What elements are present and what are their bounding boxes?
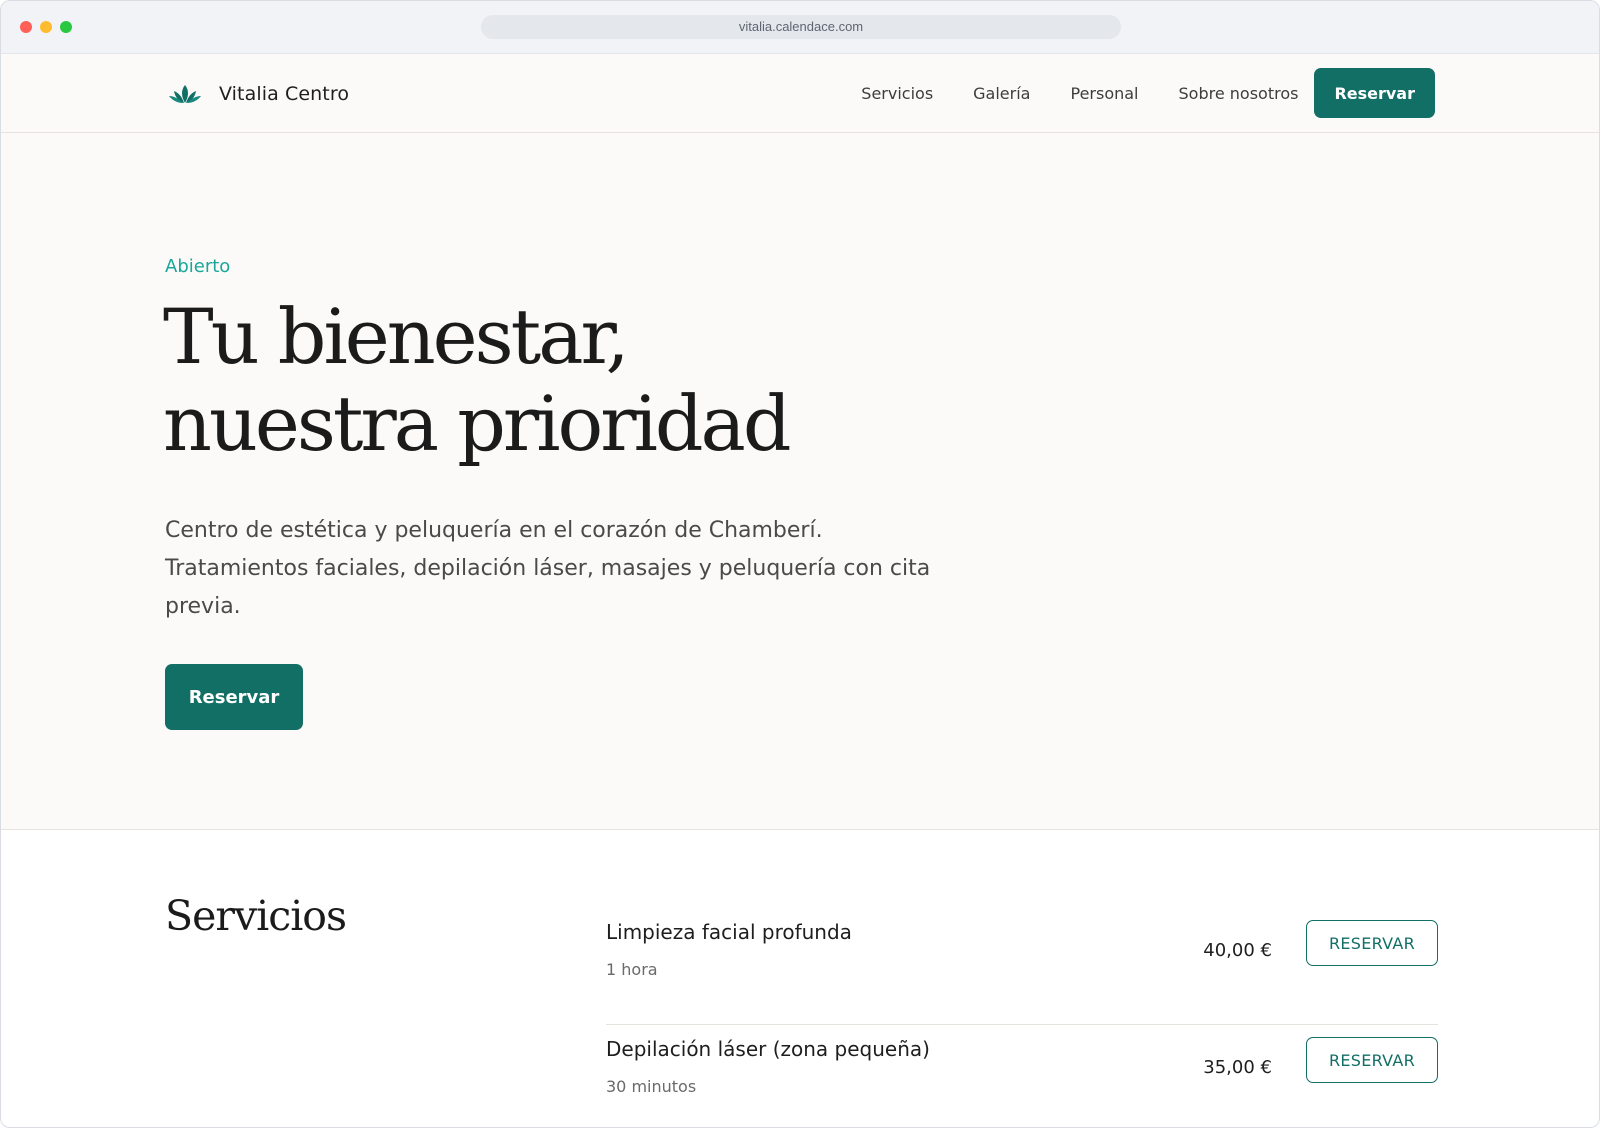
services-title: Servicios xyxy=(165,892,347,940)
service-price: 40,00 € xyxy=(1203,940,1272,961)
nav-item-personal[interactable]: Personal xyxy=(1070,84,1138,103)
service-list: Limpieza facial profunda 1 hora 40,00 € … xyxy=(606,908,1438,1127)
minimize-window-button[interactable] xyxy=(40,21,52,33)
header-reservar-button[interactable]: Reservar xyxy=(1314,68,1435,118)
brand-name: Vitalia Centro xyxy=(219,83,350,105)
hero-reservar-button[interactable]: Reservar xyxy=(165,664,303,730)
service-item: Limpieza facial profunda 1 hora 40,00 € … xyxy=(606,908,1438,1025)
lotus-icon xyxy=(169,85,201,103)
services-section: Servicios Limpieza facial profunda 1 hor… xyxy=(1,830,1599,1127)
service-reservar-button[interactable]: RESERVAR xyxy=(1306,920,1438,966)
hero-title-line-2: nuestra prioridad xyxy=(163,379,792,468)
service-item: Depilación láser (zona pequeña) 30 minut… xyxy=(606,1025,1438,1127)
close-window-button[interactable] xyxy=(20,21,32,33)
browser-chrome: vitalia.calendace.com xyxy=(1,1,1599,54)
service-name: Depilación láser (zona pequeña) xyxy=(606,1037,930,1061)
nav-item-servicios[interactable]: Servicios xyxy=(861,84,933,103)
service-price: 35,00 € xyxy=(1203,1057,1272,1078)
service-duration: 30 minutos xyxy=(606,1077,697,1096)
service-reservar-button[interactable]: RESERVAR xyxy=(1306,1037,1438,1083)
hero-title: Tu bienestar, nuestra prioridad xyxy=(163,292,792,468)
service-name: Limpieza facial profunda xyxy=(606,920,852,944)
hero-title-line-1: Tu bienestar, xyxy=(163,292,630,381)
browser-window: vitalia.calendace.com Vitalia Centro Ser… xyxy=(0,0,1600,1128)
nav-item-galeria[interactable]: Galería xyxy=(973,84,1030,103)
address-bar[interactable]: vitalia.calendace.com xyxy=(481,15,1121,39)
status-badge: Abierto xyxy=(165,256,231,277)
hero-description: Centro de estética y peluquería en el co… xyxy=(165,518,931,619)
nav-item-sobre-nosotros[interactable]: Sobre nosotros xyxy=(1179,84,1299,103)
service-duration: 1 hora xyxy=(606,960,658,979)
site-header: Vitalia Centro Servicios Galería Persona… xyxy=(1,54,1599,133)
maximize-window-button[interactable] xyxy=(60,21,72,33)
brand-link[interactable]: Vitalia Centro xyxy=(169,80,349,108)
hero-section: Abierto Tu bienestar, nuestra prioridad … xyxy=(1,133,1599,830)
main-nav: Servicios Galería Personal Sobre nosotro… xyxy=(861,68,1435,118)
